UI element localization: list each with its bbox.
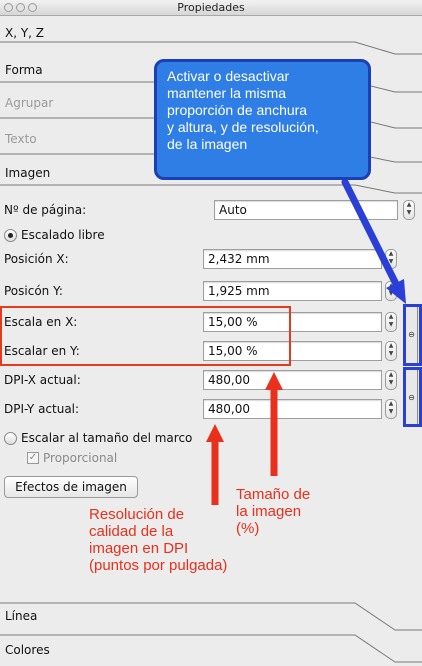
callout-line: de la imagen <box>167 136 248 152</box>
dpi-annotation-line: imagen en DPI <box>89 540 189 557</box>
size-annotation: Tamaño de la imagen (%) <box>236 486 310 537</box>
callout-line: Activar o desactivar <box>167 68 290 84</box>
callout-line: mantener la misma <box>167 85 287 101</box>
size-annotation-line: (%) <box>236 520 260 537</box>
dpi-annotation-line: (puntos por pulgada) <box>89 557 228 574</box>
dpi-annotation-line: calidad de la <box>89 523 174 540</box>
dpi-annotation: Resolución de calidad de la imagen en DP… <box>89 506 227 574</box>
size-annotation-line: la imagen <box>236 503 302 520</box>
size-annotation-line: Tamaño de <box>236 486 311 503</box>
callout-line: proporción de anchura <box>167 102 308 118</box>
callout-line: y altura, y de resolución, <box>167 119 319 135</box>
dpi-annotation-line: Resolución de <box>89 506 185 523</box>
chain-callout: Activar o desactivar mantener la misma p… <box>154 59 371 180</box>
